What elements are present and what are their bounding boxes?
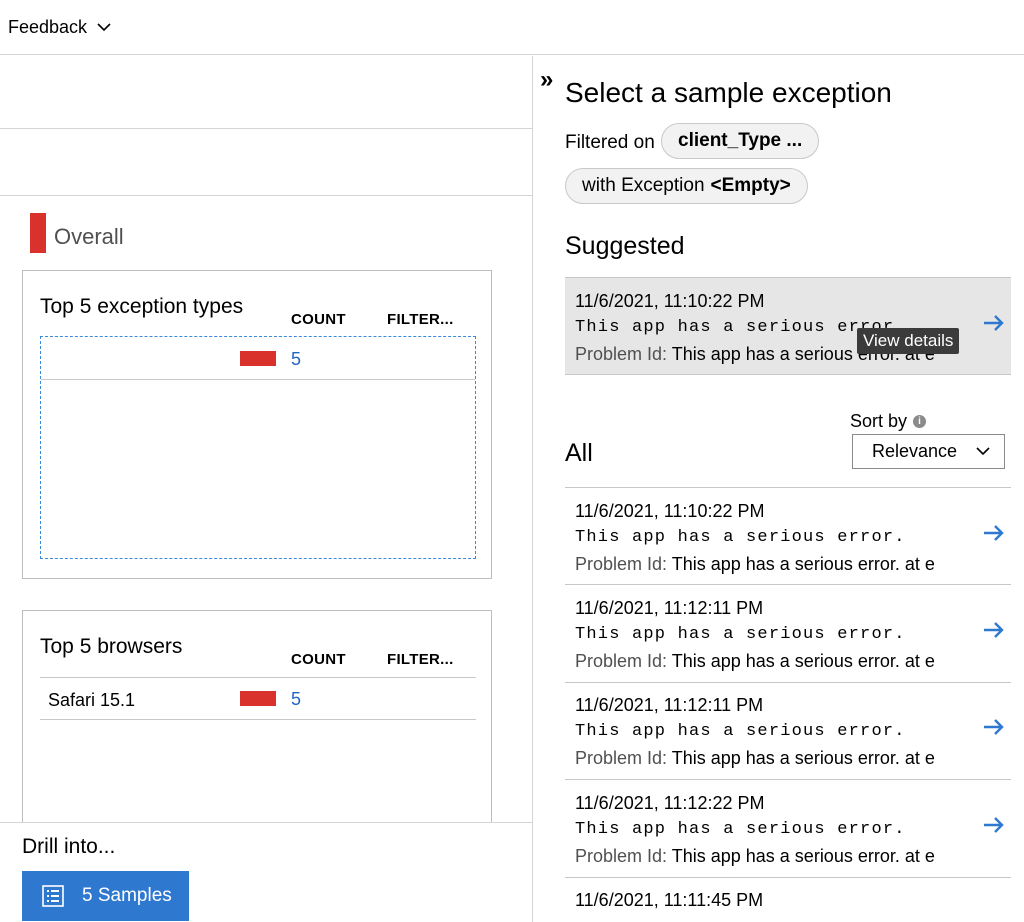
problem-id-key: Problem Id: (575, 344, 668, 364)
problem-id-value: This app has a serious error. at e (671, 554, 935, 574)
row-divider (40, 719, 476, 720)
sample-problem-id: Problem Id: This app has a serious error… (575, 554, 957, 575)
sample-date: 11/6/2021, 11:12:22 PM (575, 793, 765, 813)
sample-date: 11/6/2021, 11:11:45 PM (575, 890, 764, 910)
drill-into-label: Drill into... (22, 835, 116, 858)
info-icon[interactable]: i (913, 415, 927, 428)
count-bar (240, 351, 276, 366)
sort-select[interactable]: Relevance (852, 434, 1005, 469)
sample-exception-pane: » Select a sample exception Filtered on … (533, 56, 1024, 922)
pane-title: Select a sample exception (565, 77, 892, 108)
sample-item[interactable]: 11/6/2021, 11:12:11 PM This app has a se… (565, 682, 1011, 780)
row-divider (41, 379, 475, 380)
overall-color-marker (30, 213, 46, 253)
count-column-header: COUNT (291, 651, 346, 668)
row-count[interactable]: 5 (291, 349, 301, 370)
arrow-right-icon[interactable] (983, 816, 1005, 834)
count-bar (240, 691, 276, 706)
top-bar: Feedback (0, 0, 1024, 55)
row-divider (40, 677, 476, 678)
divider (0, 128, 532, 129)
filter-pill-prefix: with Exception (582, 175, 705, 196)
feedback-label: Feedback (8, 17, 88, 37)
arrow-right-icon[interactable] (983, 621, 1005, 639)
filter-pill-exception[interactable]: with Exception <Empty> (565, 168, 808, 204)
filter-pill-value: <Empty> (710, 175, 791, 196)
sort-by-text: Sort by (850, 411, 908, 431)
problem-id-value: This app has a serious error. at e (671, 748, 935, 768)
sample-date: 11/6/2021, 11:10:22 PM (575, 501, 765, 521)
view-details-tooltip: View details (857, 328, 960, 354)
sample-message: This app has a serious error. (575, 625, 906, 644)
arrow-right-icon[interactable] (983, 314, 1005, 332)
suggested-sample[interactable]: 11/6/2021, 11:10:22 PM This app has a se… (565, 277, 1011, 375)
sample-item[interactable]: 11/6/2021, 11:10:22 PM This app has a se… (565, 487, 1011, 585)
chevron-down-icon (97, 23, 111, 32)
sample-date: 11/6/2021, 11:12:11 PM (575, 598, 764, 618)
list-icon (42, 885, 64, 907)
sample-problem-id: Problem Id: This app has a serious error… (575, 846, 957, 867)
sample-problem-id: Problem Id: This app has a serious error… (575, 748, 957, 769)
sample-message: This app has a serious error. (575, 820, 906, 839)
filter-pill-client-type[interactable]: client_Type ... (661, 123, 820, 159)
drill-into-panel: Drill into... 5 Samples (0, 822, 532, 922)
suggested-heading: Suggested (565, 232, 685, 260)
filtered-on-label: Filtered on (565, 132, 655, 153)
overall-label: Overall (54, 224, 124, 249)
problem-id-value: This app has a serious error. at e (671, 846, 935, 866)
sort-by-label: Sort by i (850, 411, 927, 432)
filter-column-header[interactable]: FILTER... (387, 311, 454, 328)
row-label: Safari 15.1 (48, 690, 136, 710)
filter-column-header[interactable]: FILTER... (387, 651, 454, 668)
problem-id-key: Problem Id: (575, 846, 668, 866)
sample-date: 11/6/2021, 11:12:11 PM (575, 695, 764, 715)
drop-zone (40, 336, 476, 559)
feedback-menu[interactable]: Feedback (8, 17, 111, 38)
card-title: Top 5 exception types (40, 295, 244, 318)
row-count[interactable]: 5 (291, 689, 301, 710)
sort-select-value: Relevance (872, 441, 958, 461)
arrow-right-icon[interactable] (983, 718, 1005, 736)
all-heading: All (565, 439, 593, 467)
card-title: Top 5 browsers (40, 635, 183, 658)
exception-types-card: Top 5 exception types COUNT FILTER... 5 (22, 270, 492, 579)
sample-message: This app has a serious error. (575, 528, 906, 547)
sample-message: This app has a serious error. (575, 722, 906, 741)
problem-id-key: Problem Id: (575, 554, 668, 574)
double-chevron-right-icon[interactable]: » (540, 68, 553, 92)
sample-date: 11/6/2021, 11:10:22 PM (575, 291, 765, 311)
problem-id-key: Problem Id: (575, 748, 668, 768)
browsers-card: Top 5 browsers COUNT FILTER... Safari 15… (22, 610, 492, 840)
count-column-header: COUNT (291, 311, 346, 328)
sample-item[interactable]: 11/6/2021, 11:11:45 PM (565, 877, 1011, 922)
filter-pill-value: client_Type ... (678, 130, 803, 151)
sample-problem-id: Problem Id: This app has a serious error… (575, 651, 957, 672)
problem-id-key: Problem Id: (575, 651, 668, 671)
samples-button-label: 5 Samples (82, 885, 172, 906)
divider (0, 195, 532, 196)
chevron-down-icon (976, 447, 990, 456)
sample-item[interactable]: 11/6/2021, 11:12:22 PM This app has a se… (565, 780, 1011, 878)
sample-item[interactable]: 11/6/2021, 11:12:11 PM This app has a se… (565, 585, 1011, 683)
problem-id-value: This app has a serious error. at e (671, 651, 935, 671)
arrow-right-icon[interactable] (983, 524, 1005, 542)
samples-button[interactable]: 5 Samples (22, 871, 189, 921)
